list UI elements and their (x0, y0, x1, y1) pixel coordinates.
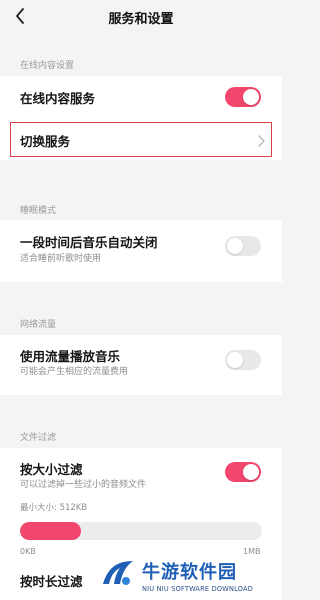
min-size-slider[interactable] (20, 522, 262, 540)
watermark-logo: 牛游软件园 NIU NIU SOFTWARE DOWNLOAD (96, 554, 282, 600)
toggle-knob (243, 464, 259, 480)
slider-fill (20, 522, 81, 540)
size-filter-title: 按大小过滤 (20, 462, 83, 477)
sleep-subtitle: 适合睡前听歌时使用 (20, 254, 102, 264)
chevron-right-icon (256, 133, 266, 147)
network-toggle[interactable] (225, 350, 261, 370)
min-size-label: 最小大小: 512KB (20, 503, 88, 513)
toggle-knob (227, 352, 243, 368)
switch-service-label: 切换服务 (20, 134, 71, 149)
online-service-label: 在线内容服务 (20, 91, 96, 106)
network-subtitle: 可能会产生相应的流量费用 (20, 367, 129, 377)
section-label-sleep: 睡眠模式 (20, 206, 57, 216)
size-filter-subtitle: 可以过滤掉一些过小的音频文件 (20, 480, 147, 490)
network-card: 使用流量播放音乐 可能会产生相应的流量费用 (0, 335, 282, 395)
network-title: 使用流量播放音乐 (20, 349, 121, 364)
sleep-card: 一段时间后音乐自动关闭 适合睡前听歌时使用 (0, 220, 282, 282)
section-label-online: 在线内容设置 (20, 61, 75, 71)
online-service-toggle[interactable] (225, 87, 261, 107)
slider-min-label: 0KB (20, 547, 36, 556)
watermark-title: 牛游软件园 (142, 562, 237, 583)
toggle-knob (243, 89, 259, 105)
section-label-file-filter: 文件过滤 (20, 433, 57, 443)
sleep-toggle[interactable] (225, 236, 261, 256)
page-title: 服务和设置 (108, 12, 174, 27)
size-filter-toggle[interactable] (225, 462, 261, 482)
watermark-subtitle: NIU NIU SOFTWARE DOWNLOAD (142, 585, 254, 593)
niuniu-logo-icon (100, 557, 136, 589)
sleep-title: 一段时间后音乐自动关闭 (20, 235, 158, 250)
duration-filter-title: 按时长过滤 (20, 574, 83, 589)
section-label-network: 网络流量 (20, 320, 57, 330)
header-bar: 服务和设置 (0, 0, 282, 36)
toggle-knob (227, 238, 243, 254)
